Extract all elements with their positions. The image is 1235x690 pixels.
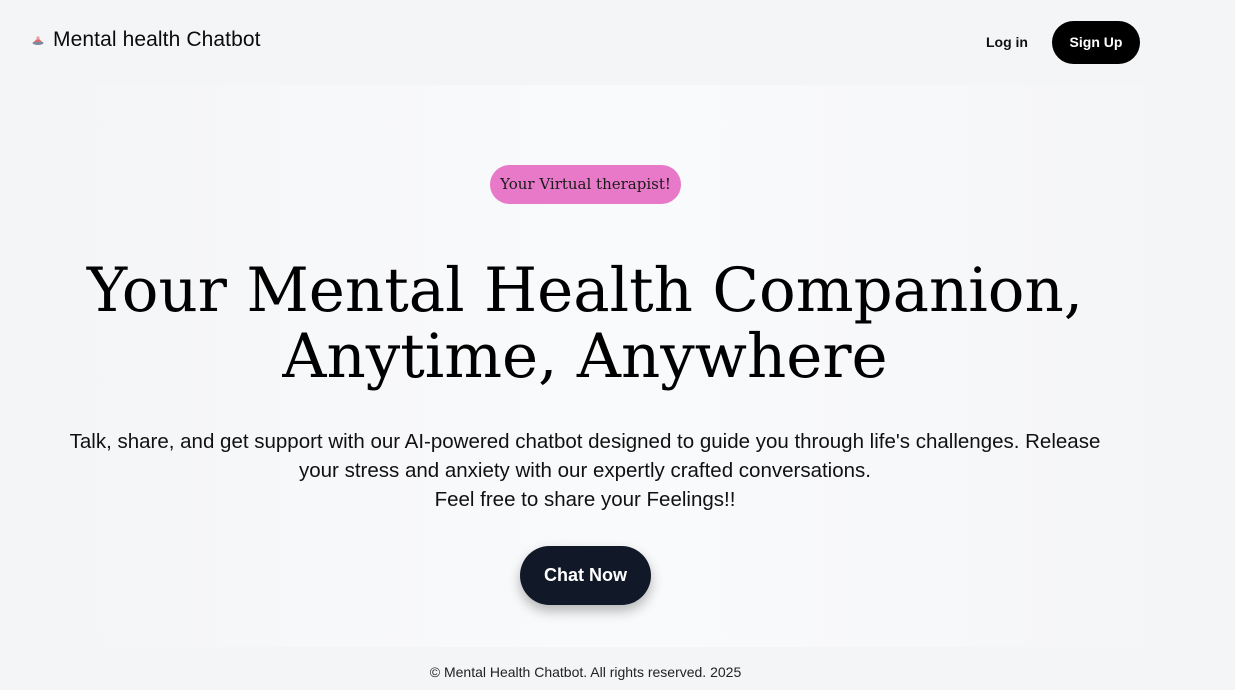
hero-headline: Your Mental Health Companion, Anytime, A… xyxy=(60,258,1110,390)
chat-now-button[interactable]: Chat Now xyxy=(520,546,651,605)
brand-title: Mental health Chatbot xyxy=(53,28,261,51)
hero-subtitle: Talk, share, and get support with our AI… xyxy=(30,427,1140,514)
subtitle-line-2: your stress and anxiety with our expertl… xyxy=(299,459,871,482)
login-button[interactable]: Log in xyxy=(980,30,1034,54)
headline-line-1: Your Mental Health Companion, xyxy=(86,255,1084,326)
headline-line-2: Anytime, Anywhere xyxy=(282,321,888,392)
subtitle-line-3: Feel free to share your Feelings!! xyxy=(434,488,736,511)
footer-copyright: © Mental Health Chatbot. All rights rese… xyxy=(429,664,742,680)
subtitle-line-1: Talk, share, and get support with our AI… xyxy=(69,430,1101,453)
brand[interactable]: Mental health Chatbot xyxy=(31,28,261,52)
chatbot-logo-icon xyxy=(31,33,45,47)
signup-button[interactable]: Sign Up xyxy=(1052,21,1140,64)
site-header: Mental health Chatbot Log in Sign Up xyxy=(0,0,1235,85)
virtual-therapist-badge: Your Virtual therapist! xyxy=(490,165,681,204)
